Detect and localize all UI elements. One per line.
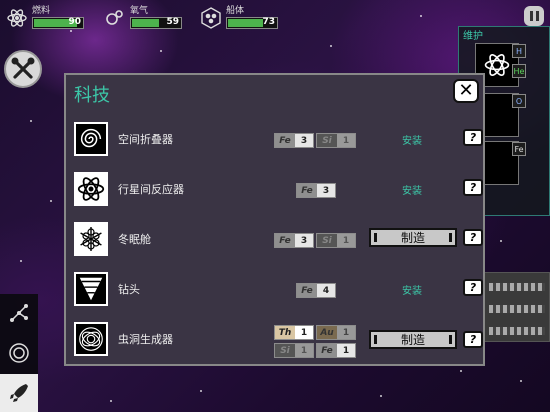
material-silicon: Si 1 [316, 233, 356, 248]
snowflake-icon [74, 222, 108, 256]
planet-icon [9, 343, 29, 363]
material-iron: Fe 4 [296, 283, 336, 298]
tech-name: 行星间反应器 [118, 183, 184, 196]
oxygen-bar-fill [132, 19, 160, 27]
help-button[interactable]: ? [463, 279, 483, 296]
hull-bar-fill [228, 19, 263, 27]
install-link[interactable]: 安装 [402, 132, 422, 147]
resource-fuel: 燃料 90 [6, 6, 84, 29]
element-tag: He [512, 64, 526, 78]
resource-value: 59 [166, 17, 179, 27]
install-link[interactable]: 安装 [402, 182, 422, 197]
material-iron: Fe 3 [274, 233, 314, 248]
help-button[interactable]: ? [463, 331, 483, 348]
element-tag: O [512, 94, 526, 108]
pause-button[interactable] [524, 6, 544, 26]
close-button[interactable]: ✕ [453, 79, 479, 103]
material-silicon: Si 1 [316, 133, 356, 148]
material-silicon: Si 1 [274, 343, 314, 358]
resource-label: 燃料 [32, 6, 51, 16]
fuel-bar: 90 [32, 17, 84, 29]
nav-map[interactable] [0, 294, 38, 332]
resource-value: 73 [262, 17, 275, 27]
tech-row-hibernation: 冬眠舱 Fe 3 Si 1 制造 ? [74, 221, 483, 259]
atom-icon [74, 172, 108, 206]
left-nav [0, 294, 38, 412]
modal-title: 科技 [74, 85, 110, 106]
help-button[interactable]: ? [463, 179, 483, 196]
element-tag: Fe [512, 142, 526, 156]
drill-icon [74, 272, 108, 306]
tech-modal: 科技 ✕ 空间折叠器 Fe 3 Si 1 安装 ? 行星间反应器 Fe 3 安装 ? … [64, 73, 485, 366]
maintenance-title: 维护 [463, 31, 483, 42]
tech-row-drill: 钻头 Fe 4 安装 ? [74, 271, 483, 309]
tech-name: 钻头 [118, 283, 140, 296]
resource-hull: 船体 73 [200, 6, 278, 29]
resource-label: 船体 [226, 6, 245, 16]
build-button[interactable]: 制造 [369, 228, 457, 247]
tech-row-reactor: 行星间反应器 Fe 3 安装 ? [74, 171, 483, 209]
spiral-icon [74, 122, 108, 156]
tech-row-wormhole: 虫洞生成器 Th 1 Au 1 Si 1 Fe 1 制造 ? [74, 321, 483, 359]
atom-icon [484, 54, 510, 76]
tech-name: 冬眠舱 [118, 233, 151, 246]
install-link[interactable]: 安装 [402, 282, 422, 297]
element-tag: H [512, 44, 526, 58]
oxygen-bar: 59 [130, 17, 182, 29]
resource-oxygen: 氧气 59 [104, 6, 182, 29]
wrench-screwdriver-icon [11, 57, 35, 79]
resource-value: 90 [68, 17, 81, 27]
close-icon: ✕ [458, 80, 474, 101]
pause-icon [529, 11, 533, 21]
hull-bar: 73 [226, 17, 278, 29]
tech-name: 虫洞生成器 [118, 333, 173, 346]
material-iron: Fe 1 [316, 343, 356, 358]
help-button[interactable]: ? [463, 129, 483, 146]
tech-row-space-folder: 空间折叠器 Fe 3 Si 1 安装 ? [74, 121, 483, 159]
oxygen-icon [104, 7, 126, 29]
nav-orbit[interactable] [0, 334, 38, 372]
atom-icon [6, 7, 28, 29]
material-gold: Au 1 [316, 325, 356, 340]
build-button[interactable]: 制造 [369, 330, 457, 349]
help-button[interactable]: ? [463, 229, 483, 246]
nav-ship[interactable] [0, 374, 38, 412]
resource-label: 氧气 [130, 6, 149, 16]
rocket-icon [10, 384, 28, 402]
material-iron: Fe 3 [296, 183, 336, 198]
material-thorium: Th 1 [274, 325, 314, 340]
wormhole-icon [74, 322, 108, 356]
storage-rails [484, 272, 550, 342]
hull-icon [200, 6, 222, 29]
tech-name: 空间折叠器 [118, 133, 173, 146]
tools-button[interactable] [4, 50, 42, 88]
constellation-icon [10, 304, 28, 322]
material-iron: Fe 3 [274, 133, 314, 148]
